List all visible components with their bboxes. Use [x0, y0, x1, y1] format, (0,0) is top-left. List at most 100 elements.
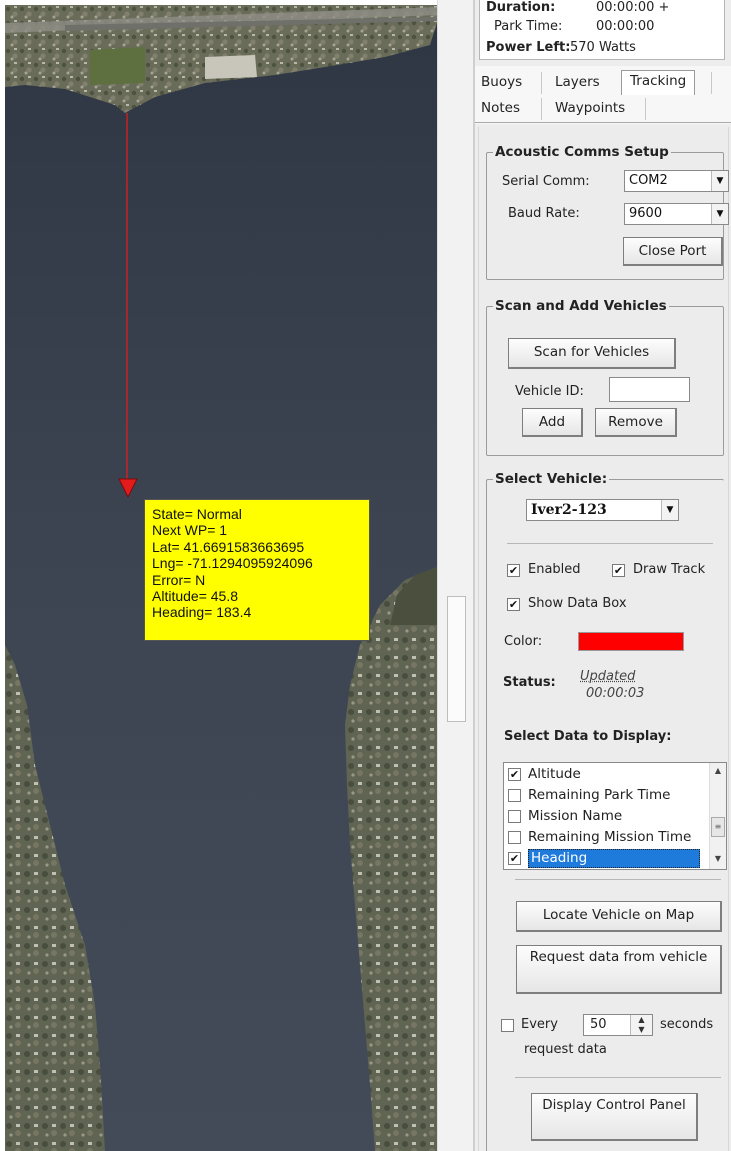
power-left-label: Power Left:: [486, 40, 570, 55]
data-box-line: Lat= 41.6691583663695: [152, 539, 369, 555]
data-display-listbox[interactable]: ✔ Altitude Remaining Park Time Mission N…: [503, 762, 727, 870]
data-box-line: Next WP= 1: [152, 522, 369, 538]
data-box-line: Heading= 183.4: [152, 604, 369, 620]
status-value: Updated 00:00:03: [580, 668, 644, 702]
tab-strip-border: [475, 122, 731, 123]
color-label: Color:: [504, 634, 542, 649]
list-item[interactable]: Mission Name: [504, 807, 711, 827]
data-box-line: Error= N: [152, 572, 369, 588]
status-line-updated: Updated: [580, 668, 644, 685]
listbox-scrollbar[interactable]: ▲ ≡ ▼: [709, 763, 726, 869]
list-item-label: Remaining Mission Time: [528, 829, 691, 845]
scroll-up-icon[interactable]: ▲: [710, 766, 726, 775]
item-checkbox[interactable]: [508, 789, 521, 802]
list-item-label: Altitude: [528, 766, 581, 782]
baud-rate-value: 9600: [629, 206, 662, 221]
list-item-label: Remaining Park Time: [528, 787, 670, 803]
duration-value: 00:00:00 +: [596, 0, 669, 15]
add-vehicle-button[interactable]: Add: [522, 408, 583, 437]
list-item[interactable]: ✔ Heading: [504, 849, 711, 869]
select-data-label: Select Data to Display:: [504, 729, 671, 744]
list-item[interactable]: ✔ Altitude: [504, 765, 711, 785]
splitter-gutter: [437, 0, 473, 1151]
scroll-down-icon[interactable]: ▼: [710, 854, 726, 863]
divider: [507, 543, 713, 544]
park-time-row: Park Time: 00:00:00: [494, 19, 562, 34]
display-control-panel-button[interactable]: Display Control Panel: [531, 1093, 698, 1141]
vehicle-data-box: State= Normal Next WP= 1 Lat= 41.6691583…: [144, 499, 370, 641]
vehicle-id-label: Vehicle ID:: [515, 384, 584, 399]
list-item[interactable]: Remaining Park Time: [504, 786, 711, 806]
enabled-label: Enabled: [528, 562, 581, 577]
item-checkbox[interactable]: ✔: [508, 768, 521, 781]
tab-separator: [645, 98, 646, 120]
map-view[interactable]: State= Normal Next WP= 1 Lat= 41.6691583…: [5, 5, 437, 1151]
show-data-box-checkbox[interactable]: ✔: [507, 598, 520, 611]
tab-tracking[interactable]: Tracking: [621, 70, 695, 95]
divider: [515, 879, 721, 880]
tab-separator: [541, 72, 542, 94]
draw-track-label: Draw Track: [633, 562, 705, 577]
divider: [515, 1077, 721, 1078]
every-label: Every: [521, 1017, 558, 1032]
spinner-arrows-icon[interactable]: ▲ ▼: [630, 1015, 652, 1035]
status-line-time: 00:00:03: [580, 685, 644, 702]
data-box-line: State= Normal: [152, 506, 369, 522]
list-item-label: Heading: [528, 849, 700, 868]
power-left-row: Power Left: 570 Watts: [486, 40, 570, 55]
remove-vehicle-button[interactable]: Remove: [595, 408, 677, 437]
mission-info-box: Duration: 00:00:00 + Park Time: 00:00:00…: [479, 0, 725, 60]
status-label: Status:: [503, 675, 556, 690]
every-checkbox[interactable]: [501, 1019, 514, 1032]
chevron-down-icon: ▼: [711, 171, 728, 191]
tab-waypoints[interactable]: Waypoints: [555, 100, 625, 116]
vehicle-select-value: Iver2-123: [531, 502, 607, 518]
item-checkbox[interactable]: ✔: [508, 852, 521, 865]
data-box-line: Altitude= 45.8: [152, 588, 369, 604]
serial-comm-select[interactable]: COM2 ▼: [624, 170, 729, 192]
seconds-label: seconds: [660, 1017, 713, 1032]
request-data-button[interactable]: Request data from vehicle: [516, 945, 722, 994]
enabled-checkbox[interactable]: ✔: [507, 564, 520, 577]
serial-comm-label: Serial Comm:: [502, 174, 590, 189]
tab-separator: [711, 72, 712, 94]
vehicle-id-input[interactable]: [609, 377, 690, 402]
interval-spinner[interactable]: 50 ▲ ▼: [583, 1014, 653, 1036]
tab-notes[interactable]: Notes: [481, 100, 520, 116]
draw-track-checkbox[interactable]: ✔: [612, 564, 625, 577]
tracking-panel: Duration: 00:00:00 + Park Time: 00:00:00…: [475, 0, 731, 1151]
item-checkbox[interactable]: [508, 831, 521, 844]
list-item[interactable]: Remaining Mission Time: [504, 828, 711, 848]
baud-rate-label: Baud Rate:: [508, 206, 580, 221]
interval-value: 50: [590, 1017, 607, 1032]
request-data-label: request data: [524, 1042, 607, 1057]
tab-separator: [541, 98, 542, 120]
track-color-swatch[interactable]: [578, 632, 684, 651]
duration-row: Duration: 00:00:00 +: [486, 0, 555, 15]
tab-strip: Buoys Layers Tracking Notes Waypoints: [475, 66, 731, 124]
tab-layers[interactable]: Layers: [555, 74, 600, 90]
scan-for-vehicles-button[interactable]: Scan for Vehicles: [508, 338, 676, 369]
chevron-down-icon: ▼: [661, 500, 678, 520]
vehicle-select[interactable]: Iver2-123 ▼: [526, 499, 679, 521]
scan-add-legend: Scan and Add Vehicles: [493, 298, 669, 314]
tracking-tab-content: Acoustic Comms Setup Serial Comm: COM2 ▼…: [478, 127, 729, 1151]
acoustic-comms-legend: Acoustic Comms Setup: [493, 144, 671, 160]
data-box-line: Lng= -71.1294095924096: [152, 555, 369, 571]
power-left-value: 570 Watts: [570, 40, 636, 55]
locate-vehicle-button[interactable]: Locate Vehicle on Map: [516, 901, 722, 932]
park-time-value: 00:00:00: [596, 19, 654, 34]
duration-label: Duration:: [486, 0, 555, 15]
show-data-box-label: Show Data Box: [528, 596, 627, 611]
park-time-label: Park Time:: [494, 19, 562, 34]
list-item-label: Mission Name: [528, 808, 622, 824]
item-checkbox[interactable]: [508, 810, 521, 823]
splitter-handle[interactable]: [447, 596, 466, 722]
serial-comm-value: COM2: [629, 173, 668, 188]
scroll-thumb[interactable]: ≡: [711, 817, 725, 837]
close-port-button[interactable]: Close Port: [623, 237, 723, 266]
chevron-down-icon: ▼: [711, 204, 728, 224]
select-vehicle-legend: Select Vehicle:: [493, 471, 609, 487]
baud-rate-select[interactable]: 9600 ▼: [624, 203, 729, 225]
tab-buoys[interactable]: Buoys: [481, 74, 522, 90]
